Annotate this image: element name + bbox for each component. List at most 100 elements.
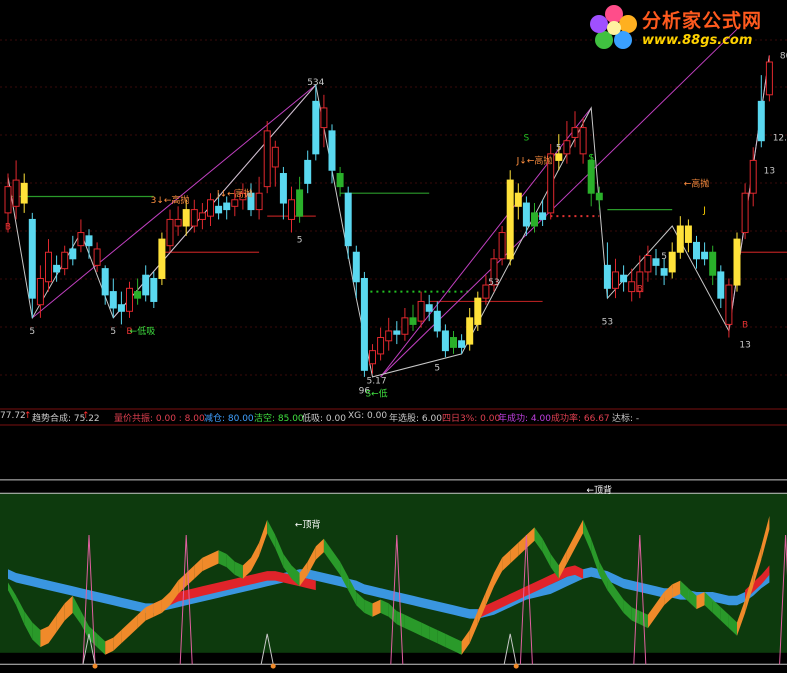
chart-label: 53 xyxy=(488,278,499,288)
status-item: 77.72 xyxy=(0,411,26,421)
candle-body xyxy=(158,238,166,279)
candle-body xyxy=(150,277,158,302)
candle-body xyxy=(433,310,441,332)
status-item: ↑ xyxy=(82,411,90,421)
candle-body xyxy=(385,330,393,342)
chart-label: ←高抛 xyxy=(684,178,710,190)
candle-body xyxy=(587,159,595,194)
candle-body xyxy=(263,130,271,188)
chart-label: B xyxy=(5,222,11,232)
status-item: 年选股: 6.00 xyxy=(389,414,442,424)
low-signal-dot xyxy=(513,663,519,669)
candle-body xyxy=(676,225,684,253)
candle-body xyxy=(441,330,449,352)
indicator-label: ←顶背 xyxy=(587,484,613,496)
candle-body xyxy=(620,274,628,283)
chart-label: J↓←高抛 xyxy=(516,155,553,167)
status-item: 年成功: 4.00 xyxy=(498,414,551,424)
candle-body xyxy=(320,107,328,129)
candle-body xyxy=(425,304,433,312)
watermark: 分析家公式网 www.88gs.com xyxy=(590,2,785,56)
candle-body xyxy=(207,199,214,217)
candle-body xyxy=(717,271,725,299)
candle-body xyxy=(142,274,150,296)
low-signal-dot xyxy=(92,663,98,669)
candle-body xyxy=(765,61,773,96)
grid-lines xyxy=(0,39,787,426)
chart-label: 5 xyxy=(297,235,303,245)
candle-body xyxy=(85,235,93,247)
status-item: 减仓: 80.00 xyxy=(204,414,254,424)
candle-body xyxy=(4,186,12,214)
chart-label: J↓←高抛 xyxy=(216,187,253,199)
candle-body xyxy=(579,127,587,155)
chart-label: 5 xyxy=(29,327,35,337)
candle-body xyxy=(174,218,182,227)
candle-body xyxy=(271,146,279,168)
indicator-chart: ←顶背 ←顶背 xyxy=(0,479,787,669)
indicator-band xyxy=(0,493,787,653)
candle-body xyxy=(531,212,538,227)
candle-body xyxy=(45,251,52,283)
candle-body xyxy=(69,248,77,260)
candle-body xyxy=(498,232,506,260)
candle-body xyxy=(344,192,352,247)
chart-label: 5 xyxy=(434,363,440,373)
candle-body xyxy=(61,251,69,270)
chart-label: 5 xyxy=(661,252,667,262)
candle-body xyxy=(555,153,563,161)
status-item: XG: 0.00 xyxy=(348,411,388,421)
indicator-status-bar: 77.72 ↑ 趋势合成: 75.22 ↑ 量价共振: 0.00 : 8.00 减仓: 8… xyxy=(0,410,787,424)
chart-label: 5.17 xyxy=(367,376,387,386)
candle-body xyxy=(360,277,368,371)
candle-body xyxy=(352,251,360,283)
candle-body xyxy=(182,209,190,227)
candle-body xyxy=(36,277,44,306)
indicator-label: ←顶背 xyxy=(295,518,321,530)
candle-body xyxy=(279,173,287,204)
candle-body xyxy=(644,255,652,273)
candle-body xyxy=(725,284,733,325)
candle-body xyxy=(450,337,457,348)
candle-body xyxy=(506,179,514,260)
flower-logo-icon xyxy=(590,5,637,49)
candle-body xyxy=(77,232,85,247)
candle-body xyxy=(93,248,101,266)
chart-label: ←低吸 xyxy=(130,325,156,337)
chart-label: 13 xyxy=(739,340,750,350)
candle-body xyxy=(749,159,757,194)
status-item: 量价共振: 0.00 : 8.00 xyxy=(114,414,205,424)
candle-body xyxy=(166,218,174,247)
status-item: 四日3%: 0.00 xyxy=(442,414,501,424)
candle-body xyxy=(563,140,571,155)
status-item: 低吸: 0.00 xyxy=(302,414,346,424)
candle-body xyxy=(660,268,668,276)
candle-body xyxy=(296,189,304,217)
candle-body xyxy=(369,350,376,365)
candle-body xyxy=(117,304,125,312)
candle-body xyxy=(409,317,417,325)
candle-body xyxy=(215,205,223,214)
candle-body xyxy=(328,130,336,171)
candle-body xyxy=(223,202,231,211)
candle-body xyxy=(693,241,700,260)
candle-body xyxy=(304,159,312,184)
candle-body xyxy=(12,179,20,207)
candle-body xyxy=(401,317,409,335)
chart-label: 53 xyxy=(602,317,613,327)
watermark-url: www.88gs.com xyxy=(642,33,753,48)
candle-body xyxy=(417,300,425,322)
candle-body xyxy=(741,192,749,234)
candle-body xyxy=(603,264,611,289)
watermark-title: 分析家公式网 xyxy=(642,10,763,32)
candle-body xyxy=(255,192,263,211)
candle-body xyxy=(612,271,619,289)
chart-label: B xyxy=(742,321,748,331)
candle-body xyxy=(571,127,579,138)
candle-body xyxy=(652,258,660,266)
chart-label: 3↓←高抛 xyxy=(151,194,190,206)
candle-body xyxy=(466,317,474,345)
chart-label: 5 xyxy=(110,327,116,337)
chart-label: S xyxy=(524,134,530,144)
candle-body xyxy=(109,291,117,309)
